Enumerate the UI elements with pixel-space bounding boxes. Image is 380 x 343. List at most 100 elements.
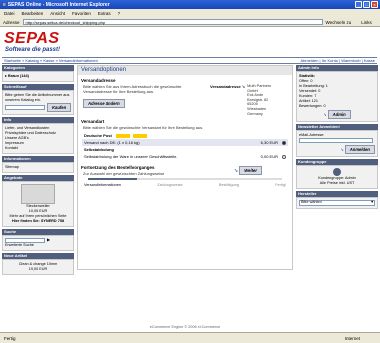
menu-bar: Datei Bearbeiten Ansicht Favoriten Extra… [0, 9, 380, 18]
offer-box: Steckenweiler 10,05 EUR Mehr auf Ihren p… [2, 181, 74, 227]
search-go-icon[interactable]: ▶ [47, 238, 50, 243]
continue-text: Zur Auswahl der gewünschten Zahlungsweis… [83, 171, 165, 177]
group-box: Kundengruppe: Admin Alle Preise inkl. US… [296, 164, 378, 189]
shipping-table: Deutsche Post Versand nach DE: (1 x 0,16… [82, 132, 288, 160]
breadcrumb[interactable]: Startseite » Katalog » Kasse » Versandin… [4, 58, 98, 63]
menu-tools[interactable]: Extras [98, 11, 111, 16]
shipping-radio[interactable] [282, 155, 286, 160]
left-sidebar: Kategorien ▸ Braun (144) Schnellkauf Bit… [2, 65, 74, 329]
product-image[interactable] [21, 184, 55, 204]
admin-box: Statistik: Offen: 0 In Bearbeitung: 1 Ve… [296, 71, 378, 122]
group-note: Alle Preise inkl. UST [319, 180, 355, 185]
maker-box: Bitte wählen ▼ [296, 196, 378, 209]
menu-view[interactable]: Ansicht [50, 11, 65, 16]
offer-code: Hier finden Sie: SYNERD 758 [11, 219, 65, 223]
info-link[interactable]: Kontakt [5, 146, 71, 151]
sitemap-link[interactable]: Sitemap [5, 165, 71, 170]
info-box: Liefer- und Versandkosten Privatsphäre u… [2, 123, 74, 154]
stat-line: Bewertungen: 0 [299, 104, 326, 108]
address-line: Muth Partners [247, 84, 272, 88]
menu-help[interactable]: ? [118, 11, 121, 16]
info2-box: Sitemap [2, 162, 74, 173]
carrier-name: Deutsche Post [84, 133, 112, 139]
search-box: ▶ Erweiterte Suche [2, 235, 74, 251]
address-section-title: Versandadresse [81, 78, 116, 83]
quickbuy-box: Bitte geben Sie die Artikelnummer aus un… [2, 90, 74, 115]
step-label: Versandinformationen [84, 183, 121, 188]
close-button[interactable]: × [371, 1, 378, 8]
shipping-section-title: Versandart [81, 119, 105, 125]
address-block: Muth Partners GmbH Eck Ande Borsigstr. 8… [247, 84, 271, 116]
main-content: Versandoptionen Versandadresse Bitte wäh… [77, 65, 293, 270]
arrow-icon: ➘ [323, 113, 327, 117]
address-bar: Adresse http://sepas.selica.de/checkout_… [0, 18, 380, 27]
shipping-price: 6,30 EUR [260, 140, 278, 146]
links-button[interactable]: Links [361, 20, 372, 25]
site-footer: eCommerce Engine © 2006 xt:Commerce [149, 325, 221, 329]
chevron-down-icon: ▼ [370, 200, 374, 204]
status-bar: Fertig Internet [0, 332, 380, 343]
progress-fill [88, 178, 137, 181]
page: SEPAS Software die passt! Startseite » K… [0, 27, 380, 332]
arrow-icon: ➘ [340, 147, 344, 152]
address-text: Bitte wählen Sie aus Ihrem Adressbuch di… [83, 84, 182, 94]
categories-box: ▸ Braun (144) [2, 71, 74, 82]
right-sidebar: Admin Info Statistik: Offen: 0 In Bearbe… [296, 65, 378, 265]
maximize-button[interactable]: □ [363, 1, 370, 8]
account-links[interactable]: Abmelden | Ihr Konto | Warenkorb | Kasse [300, 58, 375, 63]
address-input[interactable]: http://sepas.selica.de/checkout_shipping… [22, 19, 323, 25]
zone-label: Internet [344, 335, 360, 341]
address-label: Adresse [3, 19, 20, 25]
quickbuy-button[interactable]: Kaufen [47, 103, 72, 112]
arrow-icon: ➘ [233, 168, 239, 175]
step-label: Zahlungsweise [157, 183, 183, 188]
site-header: SEPAS Software die passt! [2, 29, 377, 57]
menu-file[interactable]: Datei [4, 11, 15, 16]
newsletter-box: eMail-Adresse: ➘ Anmelden [296, 130, 378, 157]
ie-icon: e [3, 1, 6, 8]
admin-button[interactable]: Admin [327, 110, 351, 119]
minimize-button[interactable]: _ [355, 1, 362, 8]
menu-edit[interactable]: Bearbeiten [22, 11, 44, 16]
window-controls: _ □ × [355, 1, 378, 8]
email-field[interactable] [299, 138, 373, 143]
breadcrumb-row: Startseite » Katalog » Kasse » Versandin… [2, 57, 377, 64]
continue-button[interactable]: Weiter [239, 166, 262, 176]
step-label: Bestätigung [218, 183, 239, 188]
step-label: Fertig! [275, 183, 286, 188]
address-line: Germany [247, 111, 263, 116]
shipping-option: Selbstabholung der Ware in unserer Gesch… [84, 154, 178, 160]
status-text: Fertig [4, 335, 16, 341]
admin-avatar [333, 167, 341, 176]
advanced-search-link[interactable]: Erweiterte Suche [5, 243, 71, 248]
site-slogan: Software die passt! [5, 47, 61, 53]
page-title: Versandoptionen [78, 66, 292, 75]
window-title: SEPAS Online - Microsoft Internet Explor… [7, 1, 110, 8]
manufacturer-select[interactable]: Bitte wählen ▼ [299, 199, 375, 206]
change-address-button[interactable]: Adresse ändern [83, 99, 125, 108]
continue-title: Fortsetzung des Bestellvorganges [81, 165, 155, 171]
quickbuy-input[interactable] [5, 105, 45, 110]
shipping-option-row[interactable]: Versand nach DE: (1 x 0,16 kg) 6,30 EUR [82, 139, 288, 147]
shipping-option: Versand nach DE: (1 x 0,16 kg) [84, 140, 140, 146]
manufacturer-select-value: Bitte wählen [301, 200, 322, 204]
checkout-progress [88, 178, 282, 181]
deutsche-post-logo [133, 134, 148, 139]
subscribe-button[interactable]: Anmelden [344, 144, 375, 154]
checkout-steps: Versandinformationen Zahlungsweise Bestä… [84, 183, 286, 187]
arrow-icon: ➘ [241, 84, 246, 89]
quickbuy-text: Bitte geben Sie die Artikelnummer aus un… [5, 93, 70, 102]
site-logo[interactable]: SEPAS [4, 30, 60, 48]
deutsche-post-logo [115, 134, 130, 139]
shipping-option-row[interactable]: Selbstabholung der Ware in unserer Gesch… [82, 153, 288, 160]
new-price: 19,00 EUR [28, 267, 48, 271]
carrier-name: Selbstabholung [84, 147, 114, 153]
shipping-price: 0,00 EUR [260, 154, 278, 160]
shipping-radio[interactable] [282, 141, 286, 146]
window-titlebar: e SEPAS Online - Microsoft Internet Expl… [0, 0, 380, 9]
go-button[interactable]: Wechseln zu [326, 20, 352, 25]
shipping-text: Bitte wählen Sie die gewünschte Versanda… [83, 125, 204, 131]
new-box: Clean & change 10mm 19,00 EUR [2, 259, 74, 275]
category-item[interactable]: Braun (144) [8, 74, 29, 78]
menu-favorites[interactable]: Favoriten [72, 11, 91, 16]
